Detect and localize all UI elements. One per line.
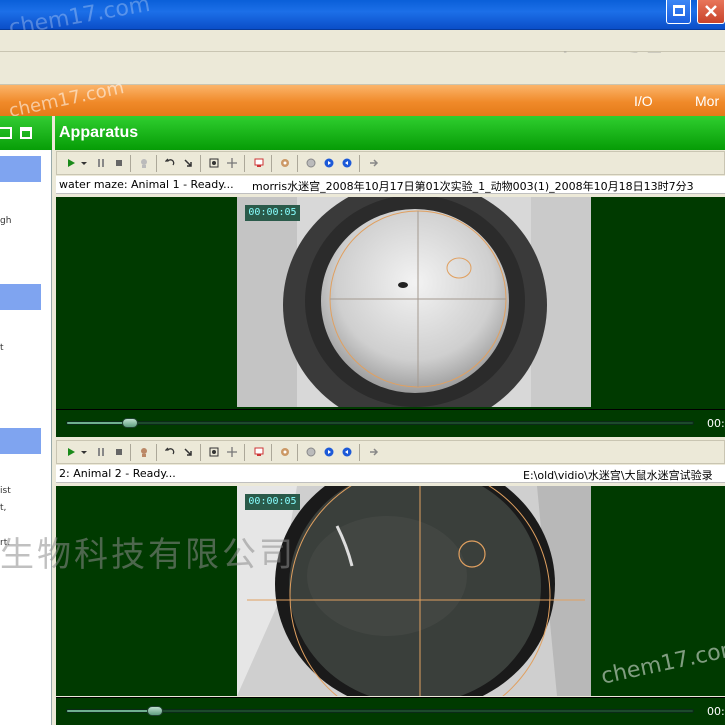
close-button[interactable] — [697, 0, 725, 24]
status-right-1: morris水迷宫_2008年10月17日第01次实验_1_动物003(1)_2… — [252, 180, 694, 193]
video-toolbar-2 — [56, 440, 725, 464]
left-panel-text-2: t — [0, 343, 4, 353]
watermark-company: 生物科技有限公司 — [0, 535, 296, 575]
zoom-fit-icon[interactable] — [209, 447, 219, 457]
menu-monitor[interactable]: Mor — [695, 93, 719, 109]
back-icon[interactable] — [342, 447, 352, 457]
seek-track-2[interactable] — [66, 706, 694, 716]
seek-fill-1 — [67, 422, 130, 424]
stop-icon[interactable] — [114, 447, 124, 457]
menu-strip: chem17.com — [0, 30, 725, 79]
left-panel-header — [0, 116, 52, 150]
play-icon[interactable] — [66, 447, 76, 457]
record-icon[interactable] — [306, 158, 316, 168]
left-panel-item-3[interactable] — [0, 428, 41, 454]
animal-icon[interactable] — [139, 447, 149, 457]
video-toolbar-1 — [56, 151, 725, 175]
pause-icon[interactable] — [96, 158, 106, 168]
stop-icon[interactable] — [114, 158, 124, 168]
redo-icon[interactable] — [183, 447, 193, 457]
play-icon[interactable] — [66, 158, 76, 168]
seek-time-2: 00: — [707, 705, 725, 718]
seek-time-1: 00: — [707, 417, 725, 430]
seek-track-1[interactable] — [66, 418, 694, 428]
status-bar-1: water maze: Animal 1 - Ready... morris水迷… — [56, 176, 725, 194]
restore-icon[interactable] — [0, 127, 12, 139]
seek-bar-2: 00: — [56, 697, 725, 725]
video-frame-1[interactable]: 00:00:05 — [237, 197, 591, 407]
menu-io[interactable]: I/O — [634, 93, 653, 109]
status-right-2: E:\old\vidio\水迷宫\大鼠水迷宫试验录 — [523, 469, 713, 482]
video-timestamp-1: 00:00:05 — [245, 205, 300, 221]
undo-icon[interactable] — [165, 158, 175, 168]
settings-icon[interactable] — [280, 158, 290, 168]
maximize-icon — [673, 5, 685, 16]
forward-icon[interactable] — [324, 158, 334, 168]
apparatus-title: Apparatus — [59, 124, 139, 141]
record-icon[interactable] — [306, 447, 316, 457]
pause-icon[interactable] — [96, 447, 106, 457]
seek-handle-1[interactable] — [122, 418, 138, 428]
status-bar-2: 2: Animal 2 - Ready... E:\old\vidio\水迷宫\… — [56, 465, 725, 483]
settings-icon[interactable] — [280, 447, 290, 457]
move-icon[interactable] — [227, 158, 237, 168]
water-maze-video-1 — [237, 197, 591, 407]
zoom-fit-icon[interactable] — [209, 158, 219, 168]
module-bar: chem17.com I/O Mor — [0, 77, 725, 122]
video-frame-2[interactable]: 00:00:05 — [237, 486, 591, 696]
left-panel-text-3: ist — [0, 486, 11, 496]
status-left-1: water maze: Animal 1 - Ready... — [59, 178, 234, 191]
left-panel: gh t ist t, rt. — [0, 116, 52, 725]
left-panel-text-4: t, — [0, 503, 7, 513]
dropdown-arrow-icon[interactable] — [79, 158, 89, 168]
left-panel-item-2[interactable] — [0, 284, 41, 310]
back-icon[interactable] — [342, 158, 352, 168]
seek-bar-1: 00: — [56, 409, 725, 437]
seek-handle-2[interactable] — [147, 706, 163, 716]
window-title-bar: chem17.com — [0, 0, 725, 41]
water-maze-video-2 — [237, 486, 591, 696]
left-panel-item-1[interactable] — [0, 156, 41, 182]
close-icon — [705, 5, 717, 17]
animal-icon[interactable] — [139, 158, 149, 168]
video-area-1: 00:00:05 — [56, 197, 725, 409]
arrow-right-icon[interactable] — [369, 447, 379, 457]
color-picker-icon[interactable] — [254, 158, 264, 168]
apparatus-header: Apparatus — [55, 116, 725, 150]
redo-icon[interactable] — [183, 158, 193, 168]
seek-fill-2 — [67, 710, 155, 712]
undo-icon[interactable] — [165, 447, 175, 457]
arrow-right-icon[interactable] — [369, 158, 379, 168]
left-panel-text-1: gh — [0, 216, 12, 226]
video-timestamp-2: 00:00:05 — [245, 494, 300, 510]
move-icon[interactable] — [227, 447, 237, 457]
forward-icon[interactable] — [324, 447, 334, 457]
status-left-2: 2: Animal 2 - Ready... — [59, 467, 176, 480]
maximize-button[interactable] — [666, 0, 691, 24]
dropdown-arrow-icon[interactable] — [79, 447, 89, 457]
color-picker-icon[interactable] — [254, 447, 264, 457]
maximize-panel-icon[interactable] — [20, 127, 32, 139]
